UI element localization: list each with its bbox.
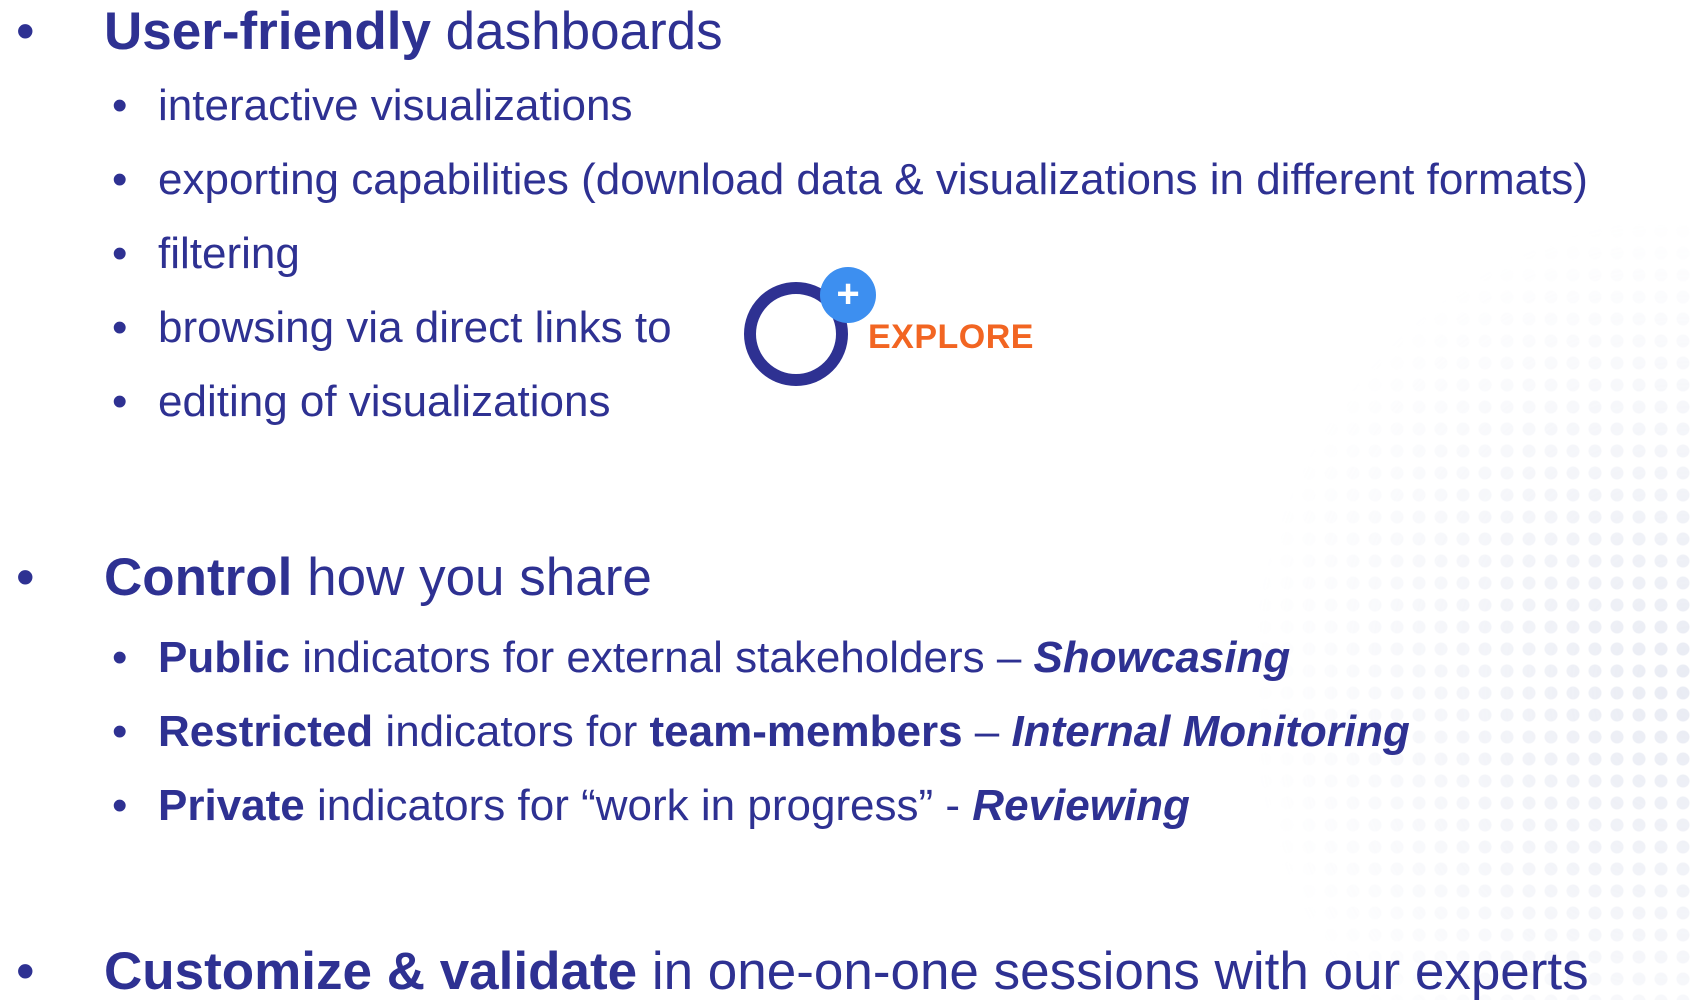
bullet: • bbox=[112, 155, 128, 204]
dotted-background-decoration bbox=[1254, 220, 1694, 1000]
list-item-text: exporting capabilities (download data & … bbox=[158, 155, 1588, 204]
bullet: • bbox=[112, 781, 128, 830]
item-text: indicators for “work in progress” - bbox=[304, 781, 973, 830]
bullet: • bbox=[112, 633, 128, 682]
item-emphasis: Internal Monitoring bbox=[1011, 707, 1410, 756]
list-item-text: interactive visualizations bbox=[158, 81, 633, 130]
explore-logo[interactable]: + EXPLORE bbox=[744, 262, 1044, 392]
bullet: • bbox=[112, 377, 128, 426]
item-text: indicators for bbox=[373, 707, 650, 756]
heading-rest: in one-on-one sessions with our experts bbox=[637, 942, 1589, 1001]
heading-rest: dashboards bbox=[430, 2, 723, 61]
item-text-2: – bbox=[962, 707, 1012, 756]
bullet: • bbox=[16, 2, 35, 61]
item-text: indicators for external stakeholders – bbox=[290, 633, 1034, 682]
bullet: • bbox=[112, 81, 128, 130]
bullet: • bbox=[112, 707, 128, 756]
heading-bold: Control bbox=[104, 548, 293, 607]
explore-logo-word: EXPLORE bbox=[868, 318, 1034, 356]
bullet: • bbox=[112, 303, 128, 352]
list-item-text: editing of visualizations bbox=[158, 377, 611, 426]
heading-bold: User-friendly bbox=[104, 2, 431, 61]
item-emphasis: Reviewing bbox=[972, 781, 1190, 830]
plus-icon: + bbox=[820, 267, 876, 323]
item-bold-lead: Public bbox=[158, 633, 291, 682]
item-bold-lead: Private bbox=[158, 781, 305, 830]
bullet: • bbox=[112, 229, 128, 278]
item-bold-mid: team-members bbox=[649, 707, 963, 756]
item-bold-lead: Restricted bbox=[158, 707, 374, 756]
bullet: • bbox=[16, 548, 35, 607]
list-item-text: filtering bbox=[158, 229, 300, 278]
heading-rest: how you share bbox=[292, 548, 652, 607]
item-emphasis: Showcasing bbox=[1033, 633, 1291, 682]
heading-bold: Customize & validate bbox=[104, 942, 638, 1001]
list-item-text: browsing via direct links to bbox=[158, 303, 672, 352]
bullet: • bbox=[16, 942, 35, 1001]
